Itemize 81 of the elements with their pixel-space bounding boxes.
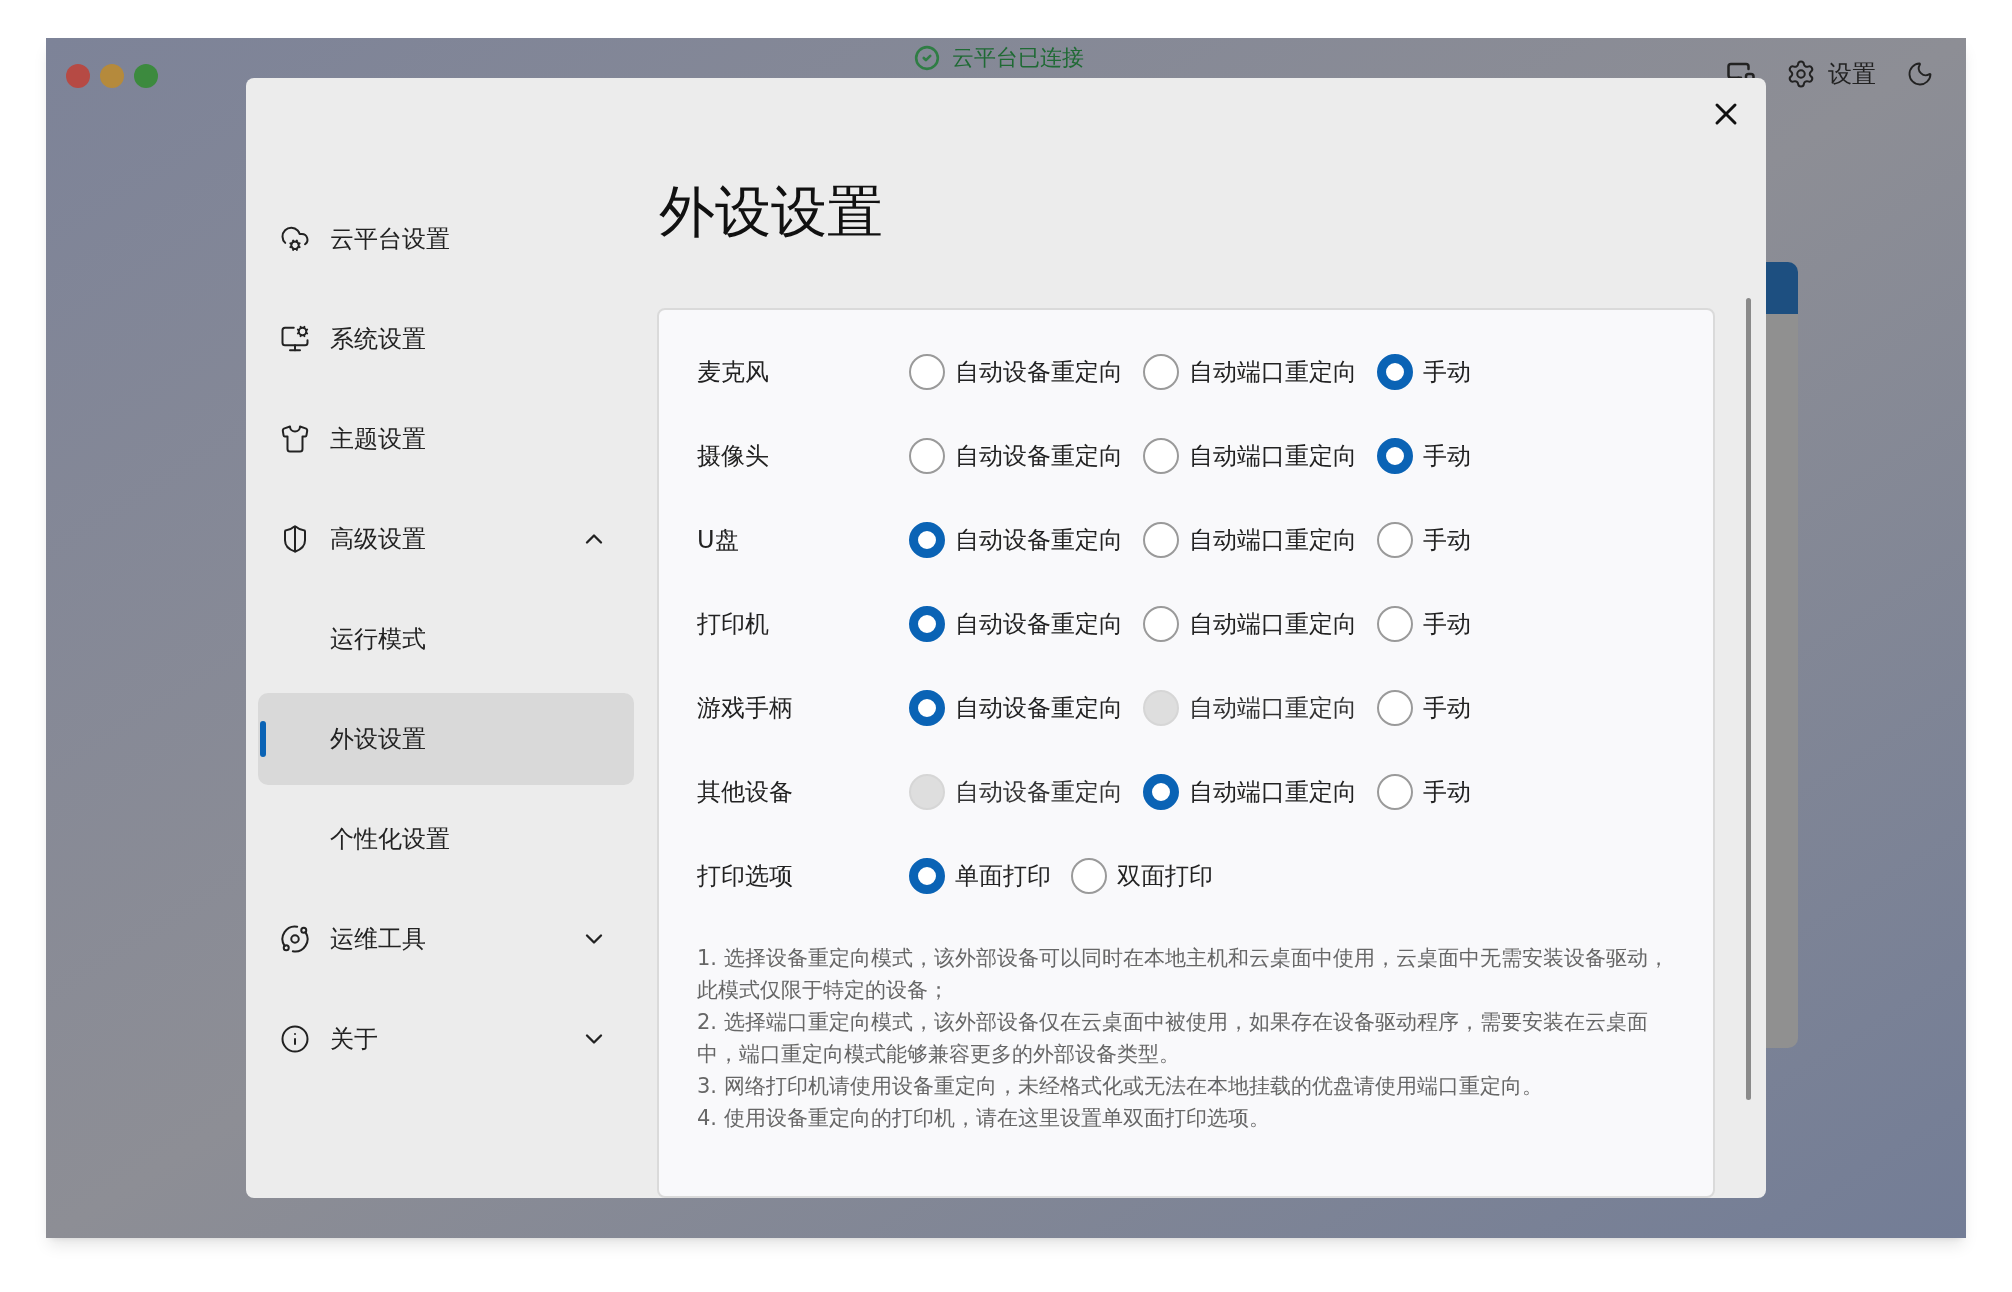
sidebar-item[interactable]: 运维工具 [258,893,634,985]
option-label: 自动端口重定向 [1189,525,1357,556]
sidebar-item[interactable]: 运行模式 [258,593,634,685]
sidebar-label: 关于 [330,1024,379,1055]
note-text: 2. 选择端口重定向模式，该外部设备仅在云桌面中被使用，如果存在设备驱动程序，需要安装在云桌面中，端口重定向模式能够兼容更多的外部设备类型。 [697,1009,1649,1068]
sidebar-label: 运行模式 [330,624,427,655]
option-label: 自动端口重定向 [1189,777,1357,808]
option-label: 自动设备重定向 [955,693,1123,724]
radio-button[interactable] [909,606,945,642]
radio-button[interactable] [1143,606,1179,642]
connection-status: 云平台已连接 [952,44,1084,72]
sidebar-label: 系统设置 [330,324,427,355]
radio-button[interactable] [909,522,945,558]
radio-button[interactable] [909,690,945,726]
option-label: 双面打印 [1117,861,1213,892]
sidebar-item[interactable]: 关于 [258,993,634,1085]
radio-button[interactable] [909,858,945,894]
sidebar-item[interactable]: 主题设置 [258,393,634,485]
info-icon [280,1024,310,1054]
sidebar-label: 主题设置 [330,424,427,455]
setting-label: 摄像头 [697,441,770,472]
option-label: 手动 [1423,525,1471,556]
radio-button[interactable] [909,438,945,474]
setting-label: 打印机 [697,609,770,640]
sidebar-label: 运维工具 [330,924,427,955]
setting-label: 打印选项 [697,861,794,892]
option-label: 自动设备重定向 [955,609,1123,640]
settings-button[interactable]: 设置 [1786,56,1876,92]
page-title: 外设设置 [658,180,884,244]
setting-label: U盘 [697,525,740,556]
option-label: 自动设备重定向 [955,525,1123,556]
moon-icon[interactable] [1906,60,1934,88]
radio-button[interactable] [1377,522,1413,558]
option-label: 手动 [1423,357,1471,388]
radio-button[interactable] [1143,354,1179,390]
shirt-icon [280,424,310,454]
option-label: 自动设备重定向 [955,777,1123,808]
setting-label: 游戏手柄 [697,693,794,724]
note-text: 1. 选择设备重定向模式，该外部设备可以同时在本地主机和云桌面中使用，云桌面中无需安装设备驱动，此模式仅限于特定的设备； [697,945,1670,1004]
radio-button[interactable] [1071,858,1107,894]
orbit-icon [280,924,310,954]
sidebar-label: 高级设置 [330,524,427,555]
monitor-gear-icon [280,324,310,354]
option-label: 手动 [1423,693,1471,724]
cloud-gear-icon [280,224,310,254]
option-label: 自动设备重定向 [955,357,1123,388]
radio-button[interactable] [1377,690,1413,726]
radio-button[interactable] [1143,522,1179,558]
sidebar-label: 外设设置 [330,724,427,755]
radio-button[interactable] [1377,606,1413,642]
setting-label: 麦克风 [697,357,770,388]
option-label: 自动端口重定向 [1189,693,1357,724]
option-label: 自动端口重定向 [1189,357,1357,388]
sidebar-item[interactable]: 高级设置 [258,493,634,585]
radio-button[interactable] [1377,438,1413,474]
option-label: 自动端口重定向 [1189,609,1357,640]
gear-icon [1786,59,1816,89]
radio-button[interactable] [1143,774,1179,810]
sidebar-item[interactable]: 云平台设置 [258,193,634,285]
note-text: 4. 使用设备重定向的打印机，请在这里设置单双面打印选项。 [697,1105,1271,1132]
option-label: 手动 [1423,441,1471,472]
setting-label: 其他设备 [697,777,794,808]
selection-indicator [260,721,266,757]
scrollbar[interactable] [1746,298,1751,1100]
close-window-button[interactable] [66,64,90,88]
sidebar-item[interactable]: 系统设置 [258,293,634,385]
note-text: 3. 网络打印机请使用设备重定向，未经格式化或无法在本地挂载的优盘请使用端口重定向。 [697,1073,1544,1100]
sidebar-item[interactable]: 个性化设置 [258,793,634,885]
option-label: 自动端口重定向 [1189,441,1357,472]
option-label: 单面打印 [955,861,1051,892]
sidebar-item[interactable]: 外设设置 [258,693,634,785]
check-icon [914,45,940,71]
option-label: 手动 [1423,777,1471,808]
radio-button[interactable] [909,354,945,390]
option-label: 自动设备重定向 [955,441,1123,472]
option-label: 手动 [1423,609,1471,640]
radio-button[interactable] [1377,774,1413,810]
sidebar-label: 个性化设置 [330,824,451,855]
sidebar-label: 云平台设置 [330,224,451,255]
radio-button[interactable] [1143,438,1179,474]
radio-button[interactable] [1377,354,1413,390]
